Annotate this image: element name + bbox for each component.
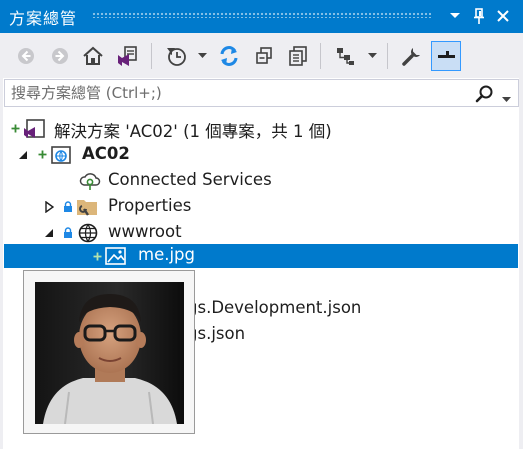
pin-preview-button[interactable] [431,41,461,71]
me-jpg-label: me.jpg [138,245,196,264]
lock-icon [62,226,74,240]
image-preview-tooltip [23,270,195,434]
forward-icon [52,48,68,64]
project-label: AC02 [82,144,130,163]
search-input[interactable] [5,80,465,106]
window-frame-left [0,33,3,449]
pin-preview-icon [438,51,455,58]
solution-label: 解決方案 'AC02' (1 個專案，共 1 個) [54,122,332,141]
tree-row-solution[interactable]: 解決方案 'AC02' (1 個專案，共 1 個) [4,116,518,142]
web-project-icon [49,145,73,165]
preview-selected-icon [337,48,354,65]
toolbar-separator [151,43,152,69]
properties-folder-icon [76,197,100,217]
show-all-files-button[interactable] [283,41,313,71]
preview-dropdown[interactable] [366,47,378,65]
window-frame-right [519,33,523,449]
search-icon [475,85,493,103]
auto-hide-pin-button[interactable] [468,4,490,28]
pending-changes-filter-icon [167,48,186,66]
image-file-icon [104,246,128,266]
search-button[interactable] [474,83,496,105]
window-position-dropdown[interactable] [444,4,466,28]
plus-icon [37,149,47,159]
appsettings-development-label: gs.Development.json [187,298,362,317]
tree-row-me-jpg[interactable]: me.jpg [4,244,518,268]
tree-row-connected-services[interactable]: Connected Services [4,168,518,194]
pending-changes-filter-button[interactable] [161,41,191,71]
search-options-dropdown[interactable] [502,88,514,102]
home-button[interactable] [78,41,108,71]
plus-icon [92,251,102,261]
title-grip[interactable] [92,12,431,18]
connected-services-icon [78,171,102,191]
tree-row-wwwroot[interactable]: wwwroot [4,220,518,246]
back-button[interactable] [11,41,41,71]
chevron-down-icon [367,53,377,58]
expanded-arrow-icon[interactable] [18,150,28,160]
wwwroot-label: wwwroot [108,222,182,241]
switch-views-icon [118,46,137,66]
expanded-arrow-icon[interactable] [44,228,54,238]
solution-icon [22,119,46,139]
sync-icon [220,46,238,66]
plus-icon [10,123,20,133]
pin-icon [474,8,484,24]
chevron-down-icon [197,53,207,58]
toolbar [0,33,523,78]
lock-icon [62,200,74,214]
connected-services-label: Connected Services [108,170,272,189]
collapse-all-button[interactable] [249,41,279,71]
chevron-down-icon [502,97,511,102]
home-icon [83,46,103,65]
chevron-down-icon [450,13,460,18]
tree-row-properties[interactable]: Properties [4,194,518,220]
toolbar-separator [387,43,388,69]
properties-button[interactable] [397,41,427,71]
title-bar: 方案總管 [0,0,523,33]
search-box [4,79,519,107]
properties-label: Properties [108,196,192,215]
close-button[interactable] [492,4,514,28]
back-icon [18,48,34,64]
wrench-icon [402,48,420,66]
show-all-files-icon [289,46,307,66]
toolbar-separator [320,43,321,69]
pending-changes-filter-dropdown[interactable] [196,47,208,65]
appsettings-label: gs.json [187,324,246,343]
sync-with-active-document-button[interactable] [214,41,244,71]
preview-selected-items-button[interactable] [331,41,361,71]
globe-icon [77,222,99,244]
close-icon [497,10,509,22]
window-title: 方案總管 [9,9,78,28]
collapsed-arrow-icon[interactable] [44,201,54,213]
collapse-all-icon [256,47,272,64]
tree-row-project[interactable]: AC02 [4,142,518,168]
forward-button[interactable] [45,41,75,71]
portrait-image [35,282,184,424]
switch-views-button[interactable] [112,41,142,71]
